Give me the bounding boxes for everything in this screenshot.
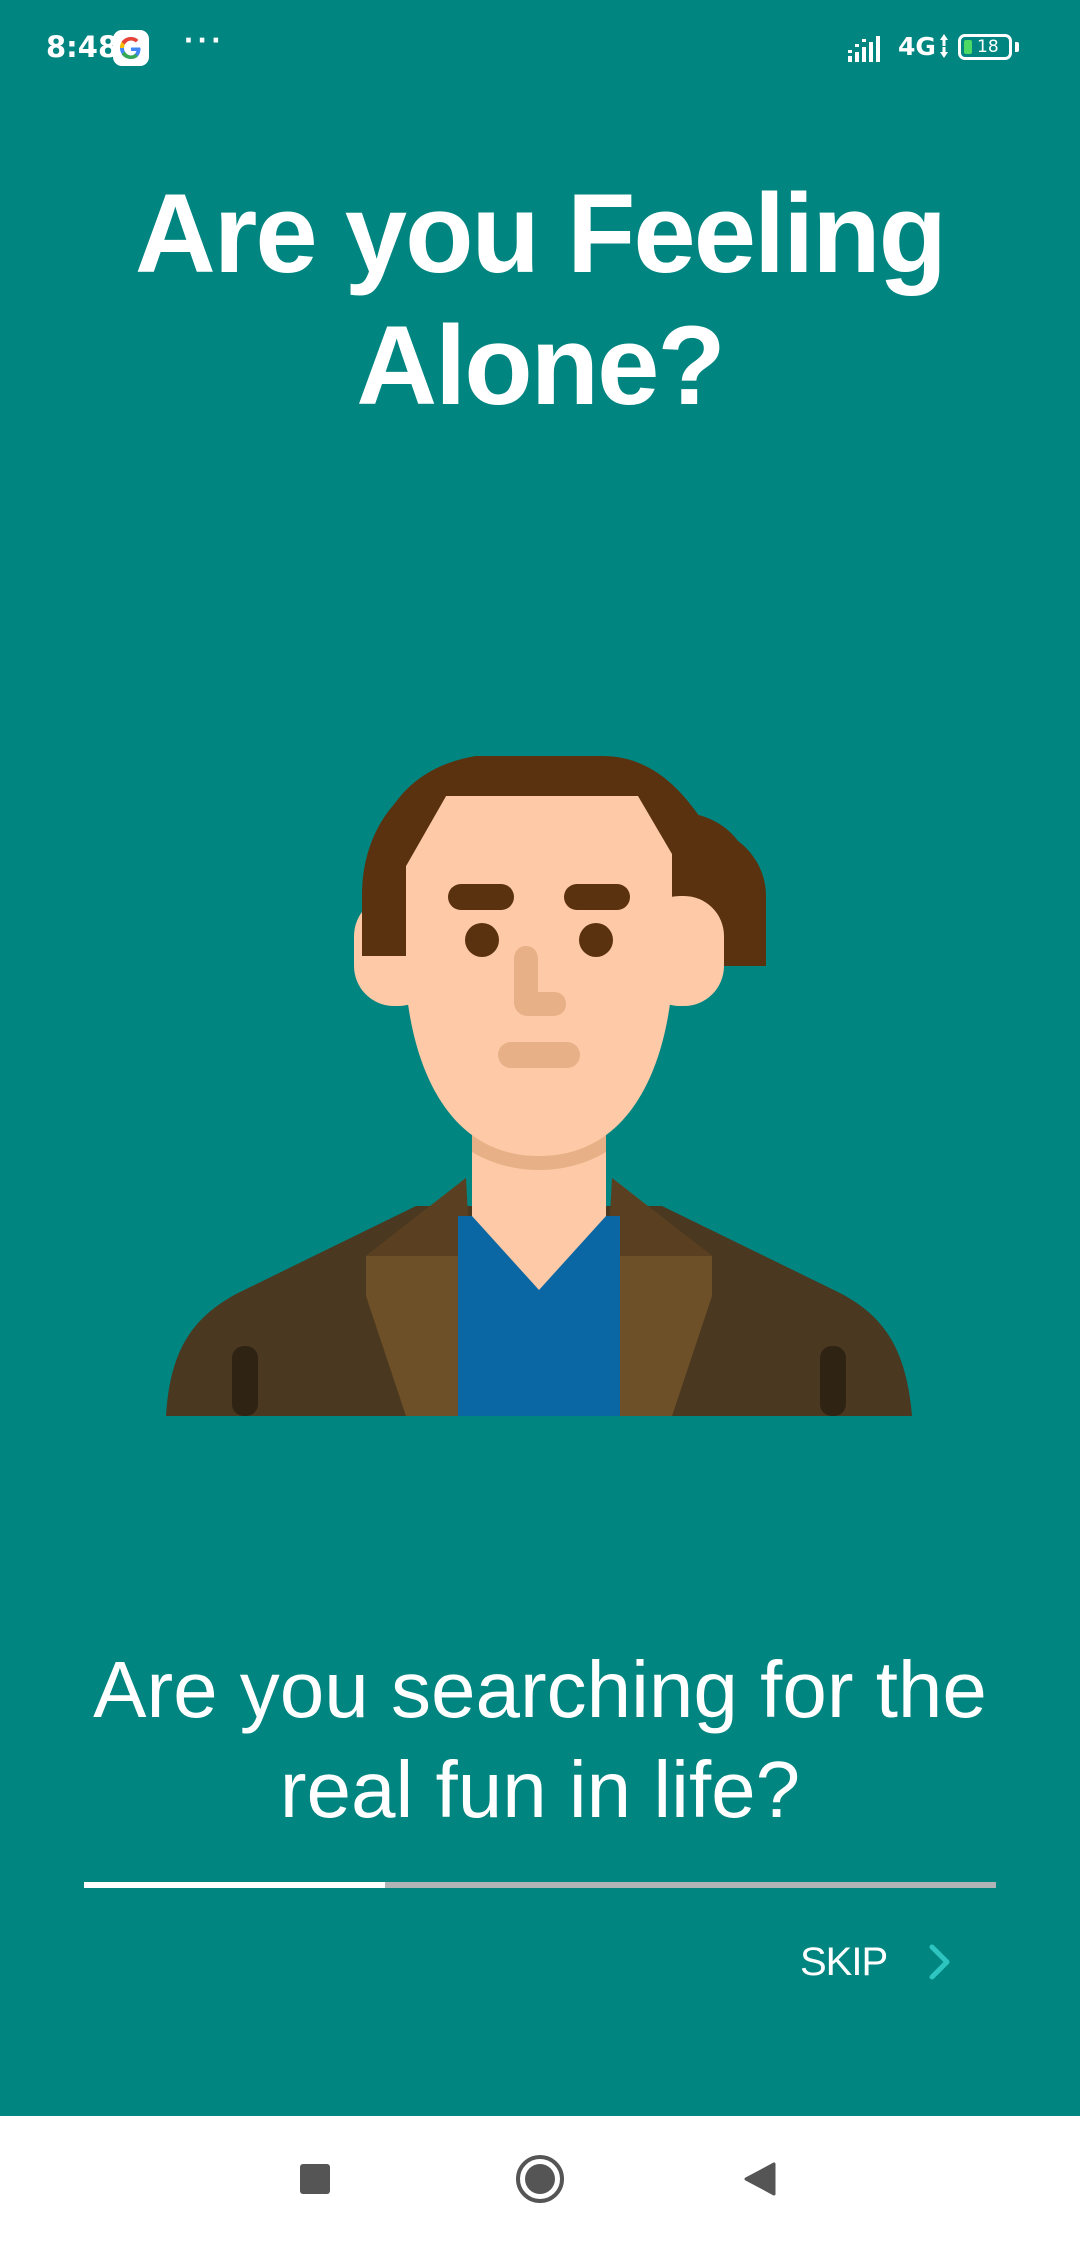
page-title: Are you Feeling Alone? [134, 171, 947, 428]
status-bar: 8:48 ··· 4G 18 [0, 0, 1080, 100]
recents-button[interactable] [280, 2146, 350, 2216]
more-dots-icon: ··· [184, 22, 225, 58]
circle-icon [514, 2153, 566, 2210]
battery-fill [964, 40, 972, 54]
triangle-back-icon [742, 2160, 780, 2203]
google-g-icon [113, 30, 149, 66]
data-arrows-icon [937, 32, 951, 60]
skip-label: SKIP [800, 1939, 888, 1984]
skip-button[interactable]: SKIP [780, 1930, 1000, 1994]
battery-icon: 18 [958, 34, 1012, 60]
onboarding-progress-fill [84, 1882, 385, 1888]
page-subtitle: Are you searching for the real fun in li… [93, 1645, 987, 1834]
signal-icon [848, 34, 888, 64]
square-icon [298, 2162, 332, 2201]
battery-level: 18 [977, 37, 999, 57]
onboarding-screen: 8:48 ··· 4G 18 Are you Feeling Alone? Ar… [0, 0, 1080, 2116]
battery-nub [1015, 42, 1019, 52]
onboarding-progress [84, 1882, 996, 1888]
home-button[interactable] [505, 2146, 575, 2216]
status-time: 8:48 [46, 30, 119, 64]
man-avatar-illustration [166, 696, 912, 1416]
back-button[interactable] [726, 2146, 796, 2216]
network-type: 4G [898, 32, 936, 61]
navigation-bar [0, 2116, 1080, 2246]
chevron-right-icon [927, 1942, 953, 1982]
